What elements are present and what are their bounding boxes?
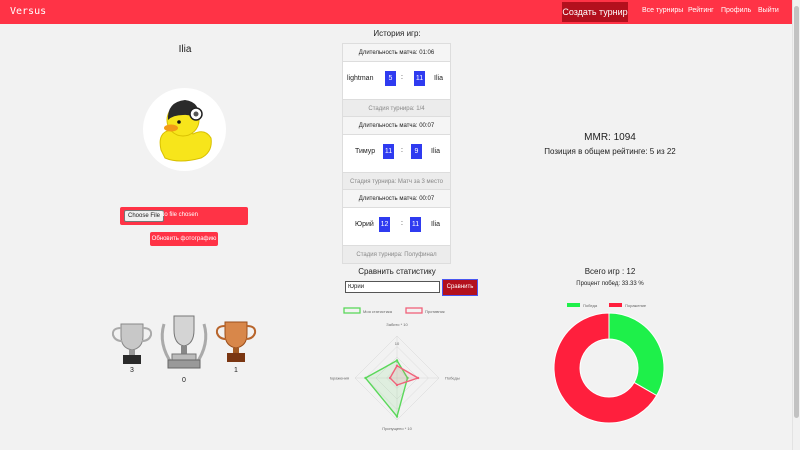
legend-label: Победа <box>583 303 598 308</box>
radar-point <box>395 364 399 367</box>
player1-name: lightman <box>347 75 374 82</box>
navbar: Versus Создать турнир Все турниры Рейтин… <box>0 0 792 24</box>
create-tournament-button[interactable]: Создать турнир <box>562 2 628 22</box>
bronze-trophy-count: 1 <box>234 367 238 374</box>
score-separator: : <box>401 74 403 81</box>
match-stage: Стадия турнира: Матч за 3 место <box>343 172 450 190</box>
player1-name: Юрий <box>355 221 374 228</box>
compare-title: Сравнить статистику <box>358 267 436 276</box>
player1-score: 5 <box>385 71 396 86</box>
nav-rating[interactable]: Рейтинг <box>688 7 714 14</box>
history-title: История игр: <box>373 29 421 38</box>
legend-swatch <box>567 303 580 307</box>
choose-file-button[interactable]: Choose File <box>124 210 165 222</box>
match-stage: Стадия турнира: 1/4 <box>343 99 450 117</box>
mmr-value: MMR: 1094 <box>584 132 636 143</box>
duck-avatar-image <box>159 100 212 162</box>
compare-opponent-input[interactable] <box>345 281 440 293</box>
legend-swatch <box>343 307 361 314</box>
win-loss-donut-chart: Победа Поражение <box>553 303 665 424</box>
player2-name: Ilia <box>431 148 440 155</box>
nav-logout[interactable]: Выйти <box>758 7 779 14</box>
silver-trophy-count: 3 <box>130 367 134 374</box>
scrollbar-thumb[interactable] <box>794 6 799 418</box>
win-percentage: Процент побед: 33.33 % <box>576 281 644 287</box>
donut-slice <box>608 312 665 397</box>
match-stage: Стадия турнира: Полуфинал <box>343 245 450 263</box>
match-score-row: Юрий 12 : 11 Ilia <box>343 208 450 245</box>
bronze-trophy-icon <box>215 321 257 362</box>
radar-point <box>364 376 367 380</box>
legend-label: Противник <box>425 309 445 314</box>
rating-position: Позиция в общем рейтинге: 5 из 22 <box>544 147 676 156</box>
radar-point <box>395 415 399 418</box>
match-card: Длительность матча: 00:07 Юрий 12 : 11 I… <box>342 189 451 264</box>
avatar <box>143 88 226 171</box>
radar-axis-label: Пропущено * 10 <box>382 426 412 431</box>
radar-axis-label: Забито * 10 <box>386 322 408 327</box>
legend-swatch <box>405 307 423 314</box>
nav-all-tournaments[interactable]: Все турниры <box>642 7 683 14</box>
radar-point <box>395 359 399 362</box>
player1-name: Тимур <box>355 148 376 155</box>
radar-axis-label: Победы <box>445 376 460 381</box>
update-photo-button[interactable]: Обновить фотографию <box>150 232 218 246</box>
player1-score: 12 <box>379 217 390 232</box>
match-duration: Длительность матча: 01:06 <box>343 44 450 62</box>
player2-name: Ilia <box>431 221 440 228</box>
score-separator: : <box>401 220 403 227</box>
silver-trophy-icon <box>111 323 153 364</box>
radar-tick-label: 10 <box>395 341 400 346</box>
match-card: Длительность матча: 00:07 Тимур 11 : 9 I… <box>342 116 451 191</box>
games-total: Всего игр : 12 <box>584 267 636 276</box>
player2-score: 9 <box>411 144 422 159</box>
match-score-row: lightman 5 : 11 Ilia <box>343 62 450 99</box>
match-score-row: Тимур 11 : 9 Ilia <box>343 135 450 172</box>
player2-name: Ilia <box>434 75 443 82</box>
laurel-trophy-icon <box>160 315 208 369</box>
player1-score: 11 <box>383 144 394 159</box>
match-duration: Длительность матча: 00:07 <box>343 190 450 208</box>
brand-logo[interactable]: Versus <box>10 6 46 17</box>
file-status-text: No file chosen <box>160 212 199 218</box>
nav-profile[interactable]: Профиль <box>721 7 751 14</box>
page-scrollbar[interactable] <box>792 0 800 450</box>
score-separator: : <box>401 147 403 154</box>
laurel-trophy-count: 0 <box>182 377 186 384</box>
player2-score: 11 <box>410 217 421 232</box>
radar-chart: Моя статистикаПротивник105Забито * 10Поб… <box>330 307 460 431</box>
match-duration: Длительность матча: 00:07 <box>343 117 450 135</box>
legend-label: Поражение <box>625 303 647 308</box>
compare-button[interactable]: Сравнить <box>442 279 478 296</box>
player2-score: 11 <box>414 71 425 86</box>
radar-point <box>388 376 392 380</box>
radar-point <box>395 383 399 387</box>
match-card: Длительность матча: 01:06 lightman 5 : 1… <box>342 43 451 118</box>
radar-axis-label: Поражения <box>330 376 349 381</box>
file-upload-area: Choose File No file chosen <box>120 207 248 225</box>
radar-point <box>416 376 420 380</box>
profile-name: Ilia <box>178 44 192 55</box>
legend-label: Моя статистика <box>363 309 393 314</box>
legend-swatch <box>609 303 622 307</box>
